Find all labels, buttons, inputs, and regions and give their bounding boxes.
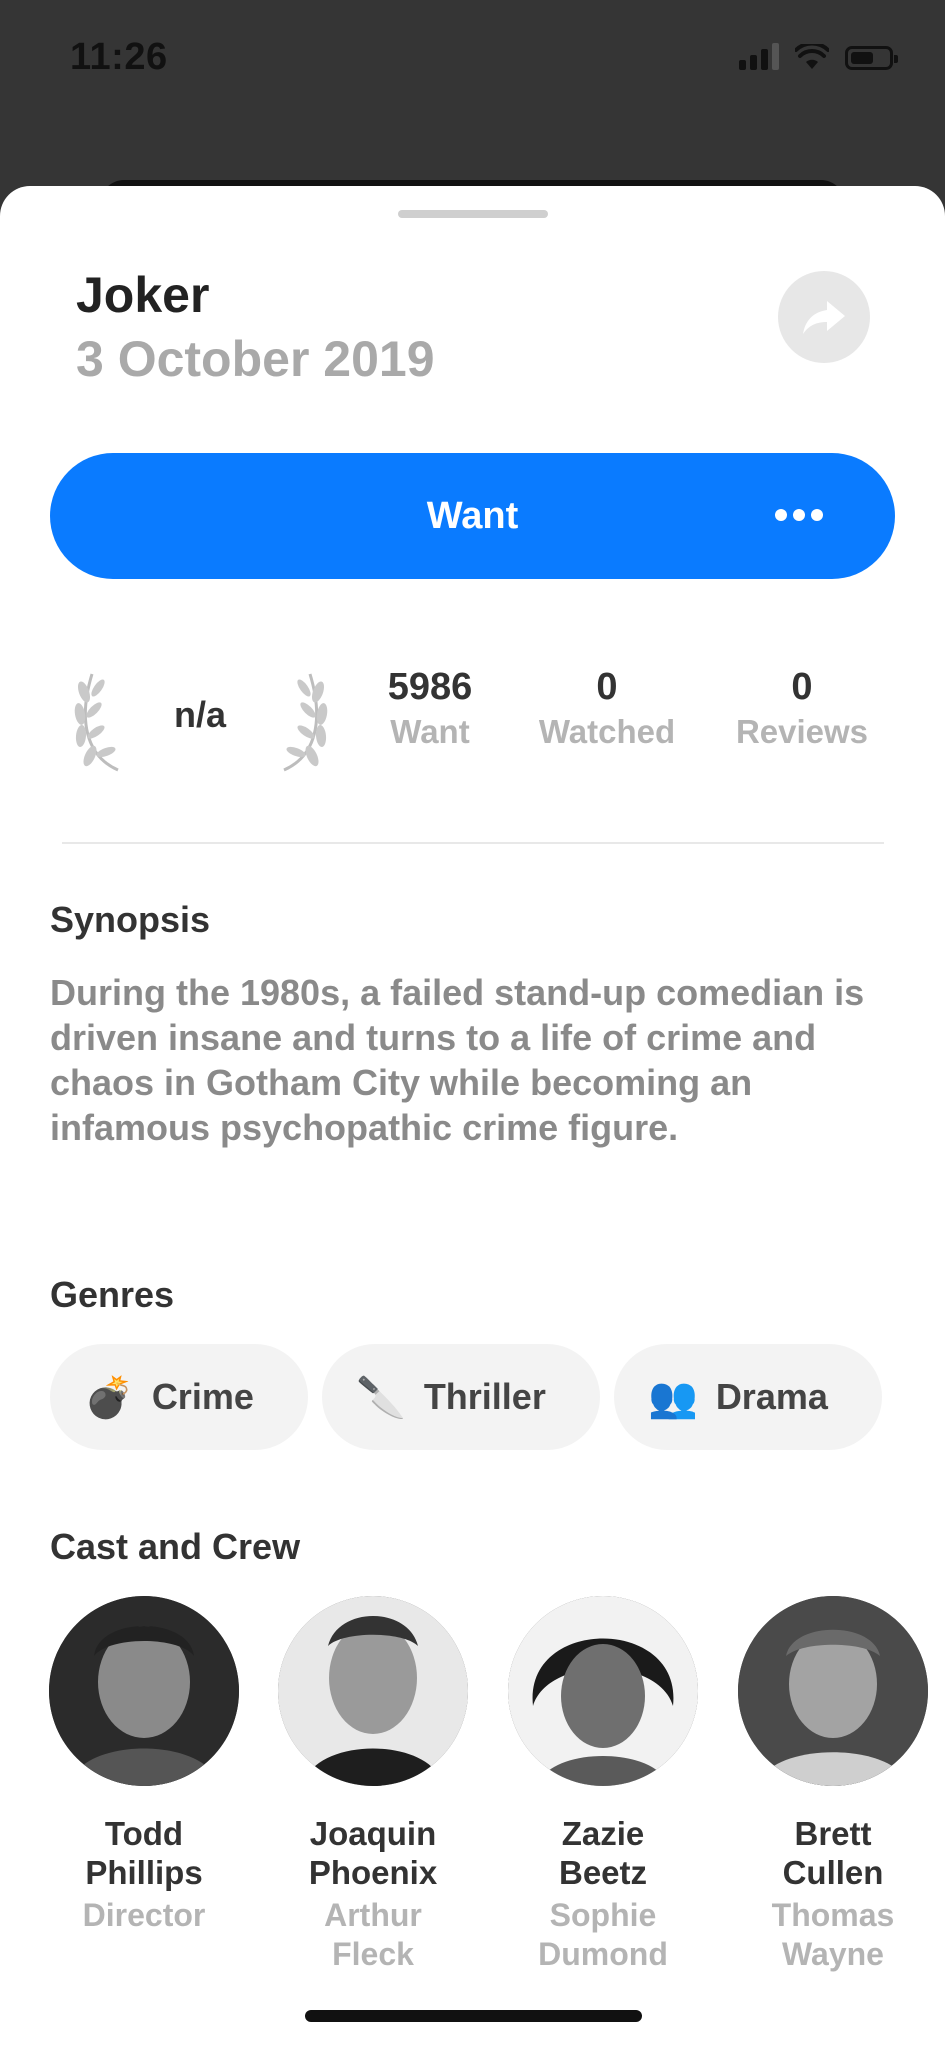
genre-label: Thriller — [423, 1376, 546, 1417]
share-button[interactable] — [778, 271, 870, 363]
person-role: Sophie — [549, 1897, 657, 1933]
reviews-count: 0 — [791, 666, 813, 708]
want-count-label: Want — [390, 713, 470, 750]
synopsis-text: During the 1980s, a failed stand-up come… — [50, 972, 865, 1148]
stat-want[interactable]: 5986 Want — [370, 666, 490, 751]
release-date: 3 October 2019 — [76, 331, 435, 387]
avatar — [278, 1596, 468, 1786]
share-arrow-icon — [803, 301, 845, 334]
people-icon: 👥 — [648, 1375, 698, 1420]
rating-value: n/a — [173, 694, 226, 735]
person-last-name: Cullen — [782, 1854, 884, 1891]
laurel-right-icon — [283, 673, 328, 772]
status-time: 11:26 — [70, 36, 168, 78]
genres-heading: Genres — [50, 1274, 175, 1315]
cast-member[interactable]: Brett Cullen Thomas Wayne — [718, 1596, 945, 1974]
reviews-count-label: Reviews — [735, 713, 869, 750]
watched-count: 0 — [596, 666, 618, 708]
genre-label: Crime — [151, 1376, 254, 1417]
divider — [62, 842, 884, 844]
person-last-name: Phoenix — [308, 1854, 438, 1891]
signal-icon — [739, 42, 779, 70]
person-first-name: Brett — [794, 1815, 872, 1852]
bomb-icon: 💣 — [84, 1375, 134, 1420]
more-options-icon[interactable] — [775, 509, 823, 521]
stat-watched[interactable]: 0 Watched — [527, 666, 687, 751]
want-count: 5986 — [387, 666, 473, 708]
laurel-left-icon — [74, 673, 119, 772]
stat-reviews[interactable]: 0 Reviews — [722, 666, 882, 751]
genre-label: Drama — [715, 1376, 828, 1417]
stats-row: n/a 5986 Want 0 Watched 0 Reviews — [0, 666, 945, 796]
home-indicator[interactable] — [305, 2010, 642, 2022]
synopsis-heading: Synopsis — [50, 899, 211, 940]
person-last-name: Phillips — [85, 1854, 203, 1891]
genre-chip-drama[interactable]: 👥 Drama — [614, 1344, 882, 1450]
cast-heading: Cast and Crew — [50, 1526, 301, 1567]
person-role-line2: Fleck — [332, 1936, 414, 1972]
person-first-name: Joaquin — [309, 1815, 437, 1852]
person-role-line2: Dumond — [538, 1936, 668, 1972]
cast-member[interactable]: Joaquin Phoenix Arthur Fleck — [258, 1596, 488, 1974]
avatar — [738, 1596, 928, 1786]
sheet-grabber[interactable] — [398, 210, 548, 218]
avatar — [508, 1596, 698, 1786]
person-first-name: Todd — [104, 1815, 184, 1852]
avatar — [49, 1596, 239, 1786]
person-role: Thomas — [771, 1897, 895, 1933]
person-first-name: Zazie — [561, 1815, 645, 1852]
person-role: Director — [82, 1897, 206, 1933]
person-role: Arthur — [324, 1897, 422, 1933]
genre-list: 💣 Crime 🔪 Thriller 👥 Drama — [50, 1344, 882, 1450]
battery-icon — [845, 46, 898, 70]
watched-count-label: Watched — [538, 713, 676, 750]
status-bar: 11:26 — [0, 0, 945, 120]
genre-chip-crime[interactable]: 💣 Crime — [50, 1344, 308, 1450]
person-role-line2: Wayne — [782, 1936, 884, 1972]
person-last-name: Beetz — [558, 1854, 648, 1891]
genre-chip-thriller[interactable]: 🔪 Thriller — [322, 1344, 600, 1450]
movie-detail-sheet: Joker 3 October 2019 Want n/a 5986 Want … — [0, 186, 945, 2048]
movie-title: Joker — [76, 267, 210, 323]
wifi-icon — [795, 44, 829, 69]
want-button[interactable]: Want — [50, 453, 895, 579]
cast-member[interactable]: Zazie Beetz Sophie Dumond — [488, 1596, 718, 1974]
want-button-label: Want — [426, 494, 519, 537]
cast-list: Todd Phillips Director Joaquin Phoenix A… — [0, 1596, 945, 1996]
status-icons — [739, 42, 898, 70]
knife-icon: 🔪 — [356, 1375, 406, 1420]
cast-member[interactable]: Todd Phillips Director — [29, 1596, 259, 1935]
